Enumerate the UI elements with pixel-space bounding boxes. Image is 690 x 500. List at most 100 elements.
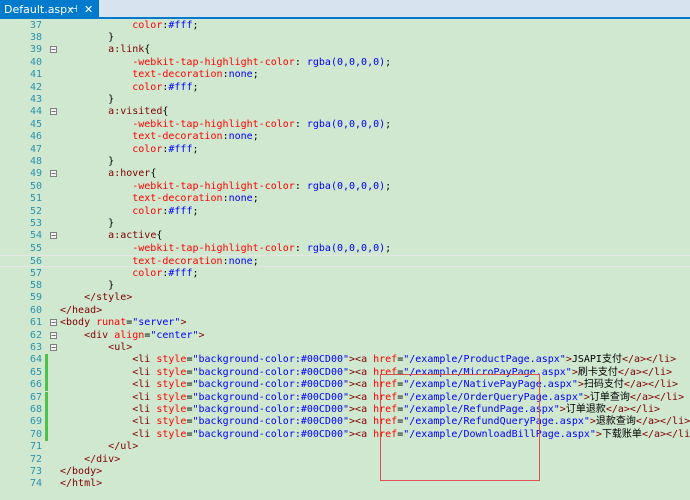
code-line[interactable]: 52 color:#fff; (0, 206, 690, 218)
code-text[interactable]: </html> (60, 478, 102, 490)
code-line[interactable]: 68 <li style="background-color:#00CD00">… (0, 403, 690, 417)
code-text[interactable]: color:#fff; (60, 144, 198, 156)
code-text[interactable]: text-decoration:none; (60, 131, 258, 143)
code-text[interactable]: <li style="background-color:#00CD00"><a … (60, 404, 660, 416)
code-line[interactable]: 56 text-decoration:none; (0, 255, 690, 268)
code-line[interactable]: 70 <li style="background-color:#00CD00">… (0, 428, 690, 442)
code-text[interactable]: </body> (60, 466, 102, 478)
code-line[interactable]: 58 } (0, 280, 690, 292)
code-text[interactable]: <li style="background-color:#00CD00"><a … (60, 354, 676, 366)
line-number: 52 (29, 205, 42, 217)
code-line[interactable]: 59 </style> (0, 292, 690, 304)
code-line[interactable]: 63− <ul> (0, 342, 690, 354)
code-line[interactable]: 51 text-decoration:none; (0, 193, 690, 205)
code-line[interactable]: 74 </html> (0, 478, 690, 490)
code-line[interactable]: 43 } (0, 94, 690, 106)
collapse-icon[interactable]: − (50, 232, 57, 240)
code-text[interactable]: color:#fff; (60, 82, 198, 94)
code-text[interactable]: } (60, 32, 114, 44)
code-text[interactable]: <li style="background-color:#00CD00"><a … (60, 429, 690, 441)
code-line[interactable]: 66 <li style="background-color:#00CD00">… (0, 379, 690, 392)
collapse-icon[interactable]: − (50, 108, 57, 116)
code-line[interactable]: 40 -webkit-tap-highlight-color: rgba(0,0… (0, 57, 690, 69)
code-line[interactable]: 69 <li style="background-color:#00CD00">… (0, 416, 690, 429)
code-token: none (228, 256, 253, 268)
code-line[interactable]: 38 } (0, 32, 690, 44)
code-text[interactable]: color:#fff; (60, 20, 198, 32)
code-text[interactable]: </div> (60, 454, 120, 466)
code-text[interactable]: -webkit-tap-highlight-color: rgba(0,0,0,… (60, 243, 391, 255)
code-token: 下载账单 (601, 428, 642, 440)
code-text[interactable]: -webkit-tap-highlight-color: rgba(0,0,0,… (60, 181, 391, 193)
code-line[interactable]: 41 text-decoration:none; (0, 69, 690, 81)
code-text[interactable]: <li style="background-color:#00CD00"><a … (60, 416, 690, 428)
code-text[interactable]: <div align="center"> (60, 330, 204, 342)
code-line[interactable]: 62− <div align="center"> (0, 330, 690, 342)
code-text[interactable]: <ul> (60, 342, 132, 354)
code-line[interactable]: 37 color:#fff; (0, 20, 690, 32)
code-text[interactable]: -webkit-tap-highlight-color: rgba(0,0,0,… (60, 57, 391, 69)
code-line[interactable]: 73 </body> (0, 466, 690, 478)
code-token: "/example/NativePayPage.aspx" (403, 379, 578, 391)
code-text[interactable]: } (60, 280, 114, 292)
code-text[interactable]: text-decoration:none; (60, 69, 258, 81)
code-line[interactable]: 60 </head> (0, 305, 690, 317)
code-line[interactable]: 67 <li style="background-color:#00CD00">… (0, 391, 690, 404)
code-text[interactable]: color:#fff; (60, 268, 198, 280)
collapse-icon[interactable]: − (50, 170, 57, 178)
code-line[interactable]: 48 } (0, 156, 690, 168)
code-line[interactable]: 57 color:#fff; (0, 268, 690, 280)
document-tab[interactable]: Default.aspx ⊣ ✕ (0, 0, 99, 19)
code-line[interactable]: 71 </ul> (0, 441, 690, 453)
code-token: style (156, 354, 187, 366)
code-text[interactable]: } (60, 94, 114, 106)
code-line[interactable]: 50 -webkit-tap-highlight-color: rgba(0,0… (0, 181, 690, 193)
code-token: <li (132, 391, 157, 403)
line-number: 41 (29, 69, 42, 81)
line-number: 49 (29, 168, 42, 180)
close-icon[interactable]: ✕ (84, 0, 93, 19)
collapse-icon[interactable]: − (50, 331, 57, 339)
code-token: <ul> (108, 341, 133, 353)
pin-icon[interactable]: ⊣ (69, 0, 78, 19)
code-text[interactable]: text-decoration:none; (60, 193, 258, 205)
code-text[interactable]: -webkit-tap-highlight-color: rgba(0,0,0,… (60, 119, 391, 131)
code-line[interactable]: 65 <li style="background-color:#00CD00">… (0, 366, 690, 380)
code-text[interactable]: <body runat="server"> (60, 317, 186, 329)
code-text[interactable]: <li style="background-color:#00CD00"><a … (60, 367, 672, 379)
code-token: ><a (349, 379, 374, 391)
code-line[interactable]: 46 text-decoration:none; (0, 131, 690, 143)
code-text[interactable]: </style> (60, 292, 132, 304)
code-line[interactable]: 39− a:link{ (0, 44, 690, 56)
collapse-icon[interactable]: − (50, 319, 57, 327)
collapse-icon[interactable]: − (50, 46, 57, 54)
code-text[interactable]: </head> (60, 305, 102, 317)
code-text[interactable]: } (60, 218, 114, 230)
code-text[interactable]: a:link{ (60, 44, 150, 56)
code-line[interactable]: 64 <li style="background-color:#00CD00">… (0, 354, 690, 367)
code-editor[interactable]: 37 color:#fff; 38 } 39− a:link{40 -webkit-… (0, 19, 690, 500)
code-line[interactable]: 47 color:#fff; (0, 144, 690, 156)
code-text[interactable]: a:hover{ (60, 168, 156, 180)
code-line[interactable]: 54− a:active{ (0, 230, 690, 242)
code-text[interactable]: <li style="background-color:#00CD00"><a … (60, 379, 678, 391)
code-text[interactable]: a:active{ (60, 230, 162, 242)
code-line[interactable]: 53 } (0, 218, 690, 230)
collapse-icon[interactable]: − (50, 343, 57, 351)
code-line[interactable]: 72 </div> (0, 454, 690, 466)
code-line[interactable]: 42 color:#fff; (0, 82, 690, 94)
code-text[interactable]: } (60, 156, 114, 168)
code-text[interactable]: </ul> (60, 441, 138, 453)
code-text[interactable]: <li style="background-color:#00CD00"><a … (60, 392, 684, 404)
line-number: 54 (29, 230, 42, 242)
code-line[interactable]: 55 -webkit-tap-highlight-color: rgba(0,0… (0, 243, 690, 255)
code-line[interactable]: 61− <body runat="server"> (0, 317, 690, 329)
code-line[interactable]: 44− a:visited{ (0, 106, 690, 118)
code-text[interactable]: a:visited{ (60, 106, 168, 118)
code-line[interactable]: 49− a:hover{ (0, 168, 690, 180)
code-token: ; (252, 256, 259, 268)
code-line[interactable]: 45 -webkit-tap-highlight-color: rgba(0,0… (0, 119, 690, 131)
code-text[interactable]: color:#fff; (60, 206, 198, 218)
